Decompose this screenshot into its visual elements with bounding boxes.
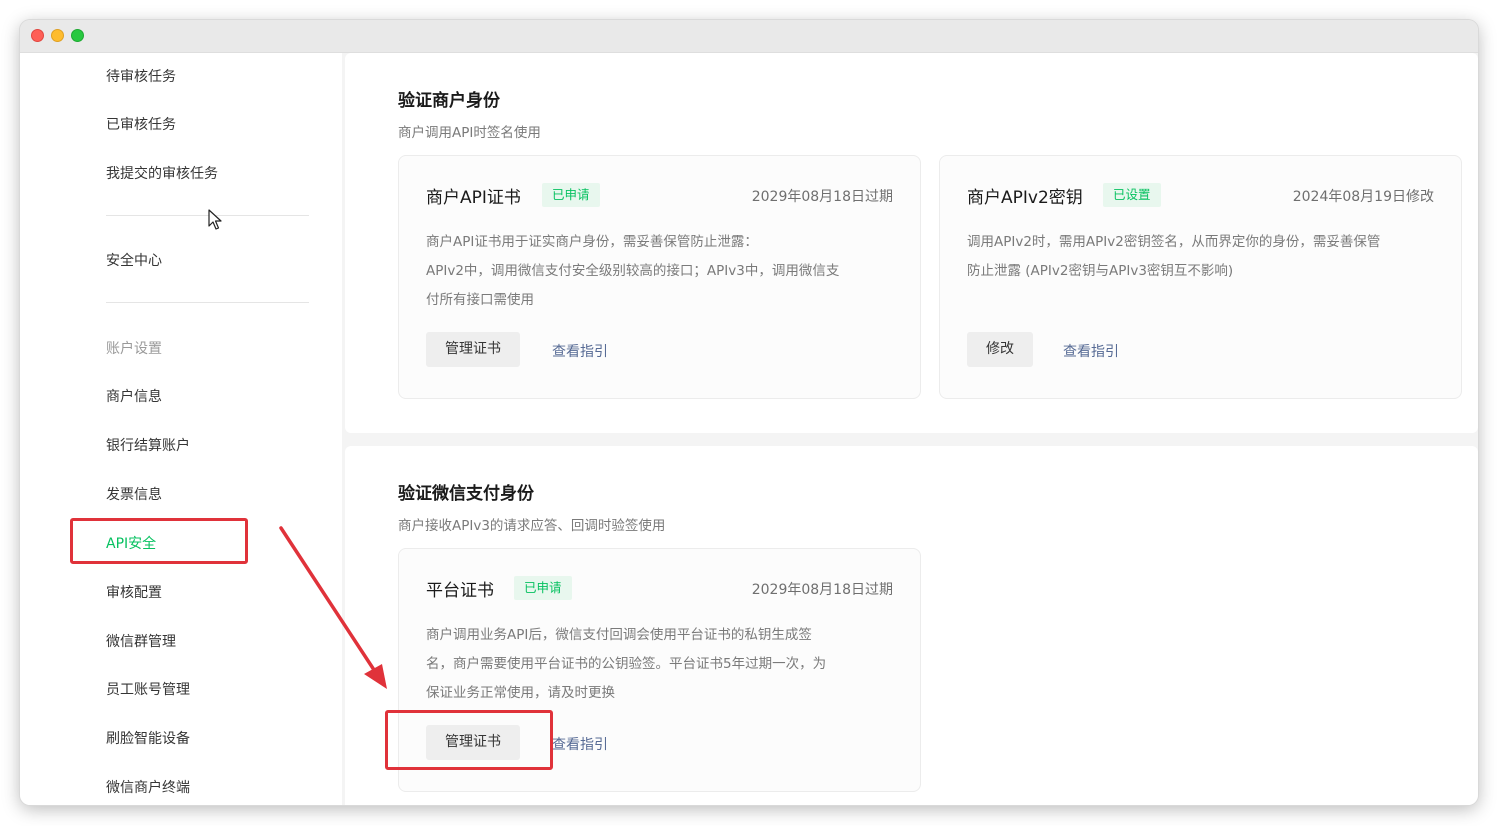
mouse-pointer-icon (208, 209, 222, 230)
annotation-arrow-icon (279, 526, 387, 689)
app-window: 待审核任务 已审核任务 我提交的审核任务 安全中心 账户设置 商户信息 银行结算… (20, 20, 1478, 805)
